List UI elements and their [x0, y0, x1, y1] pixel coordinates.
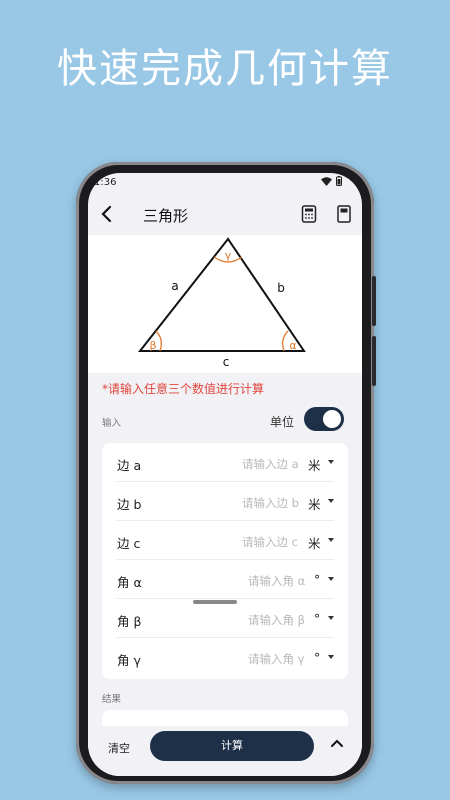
side-b-label: b: [277, 281, 285, 295]
side-b-input[interactable]: 请输入边 b: [242, 495, 299, 511]
input-row-angle-alpha: 角 α 请输入角 α °: [102, 560, 348, 599]
input-row-side-a: 边 a 请输入边 a 米: [102, 443, 348, 482]
calculator-icon[interactable]: [301, 205, 317, 223]
battery-icon: [336, 176, 342, 186]
home-indicator: [193, 600, 237, 604]
chevron-left-icon[interactable]: [98, 203, 116, 225]
unit-select[interactable]: °: [314, 611, 320, 626]
side-a-label: a: [171, 279, 178, 293]
chevron-down-icon[interactable]: [328, 538, 334, 542]
angle-gamma-input[interactable]: 请输入角 γ: [248, 651, 304, 667]
chevron-up-icon[interactable]: [330, 738, 344, 748]
row-name: 角 β: [117, 614, 142, 629]
chevron-down-icon[interactable]: [328, 499, 334, 503]
chevron-down-icon[interactable]: [328, 577, 334, 581]
input-row-angle-beta: 角 β 请输入角 β °: [102, 599, 348, 638]
input-card: 边 a 请输入边 a 米 边 b 请输入边 b 米 边 c 请输入边 c 米 角…: [102, 443, 348, 679]
status-time: 1:36: [94, 177, 117, 188]
chevron-down-icon[interactable]: [328, 460, 334, 464]
unit-select[interactable]: °: [314, 650, 320, 665]
app-screen: 1:36 三角形 γ β α a b c *请输入任意三个数值进行计算 输入 单…: [88, 173, 362, 776]
unit-select[interactable]: 米: [308, 533, 321, 552]
result-section-label: 结果: [102, 694, 122, 705]
row-name: 角 α: [117, 575, 142, 590]
unit-select[interactable]: °: [314, 572, 320, 587]
chevron-down-icon[interactable]: [328, 655, 334, 659]
row-name: 边 a: [117, 458, 142, 473]
angle-beta-label: β: [149, 339, 156, 352]
input-row-angle-gamma: 角 γ 请输入角 γ °: [102, 638, 348, 677]
triangle-svg: γ β α a b c: [137, 237, 306, 369]
app-bar: 三角形: [88, 197, 362, 235]
wifi-icon: [321, 176, 332, 186]
side-a-input[interactable]: 请输入边 a: [242, 456, 299, 472]
input-row-side-b: 边 b 请输入边 b 米: [102, 482, 348, 521]
unit-select[interactable]: 米: [308, 494, 321, 513]
calculate-button[interactable]: 计算: [150, 731, 314, 761]
input-row-side-c: 边 c 请输入边 c 米: [102, 521, 348, 560]
phone-side-button: [372, 336, 376, 386]
input-section-label: 输入: [102, 418, 122, 429]
row-name: 边 b: [117, 497, 142, 512]
bottom-bar: 清空 计算: [88, 726, 362, 776]
input-hint: *请输入任意三个数值进行计算: [102, 382, 265, 396]
book-icon[interactable]: [336, 205, 352, 223]
angle-alpha-input[interactable]: 请输入角 α: [248, 573, 305, 589]
row-name: 角 γ: [117, 653, 141, 668]
unit-toggle[interactable]: [304, 407, 344, 431]
row-name: 边 c: [117, 536, 141, 551]
side-c-label: c: [223, 355, 230, 369]
chevron-down-icon[interactable]: [328, 616, 334, 620]
phone-side-button: [372, 276, 376, 326]
promo-headline: 快速完成几何计算: [57, 46, 393, 92]
toggle-knob: [323, 410, 341, 428]
side-c-input[interactable]: 请输入边 c: [242, 534, 298, 550]
page-title: 三角形: [143, 207, 189, 225]
triangle-diagram: γ β α a b c: [88, 235, 362, 373]
angle-beta-input[interactable]: 请输入角 β: [248, 612, 305, 628]
angle-alpha-label: α: [289, 339, 296, 352]
unit-label: 单位: [270, 415, 295, 429]
status-bar: 1:36: [88, 173, 362, 193]
angle-gamma-label: γ: [225, 249, 232, 262]
unit-select[interactable]: 米: [308, 455, 321, 474]
clear-button[interactable]: 清空: [108, 740, 130, 756]
